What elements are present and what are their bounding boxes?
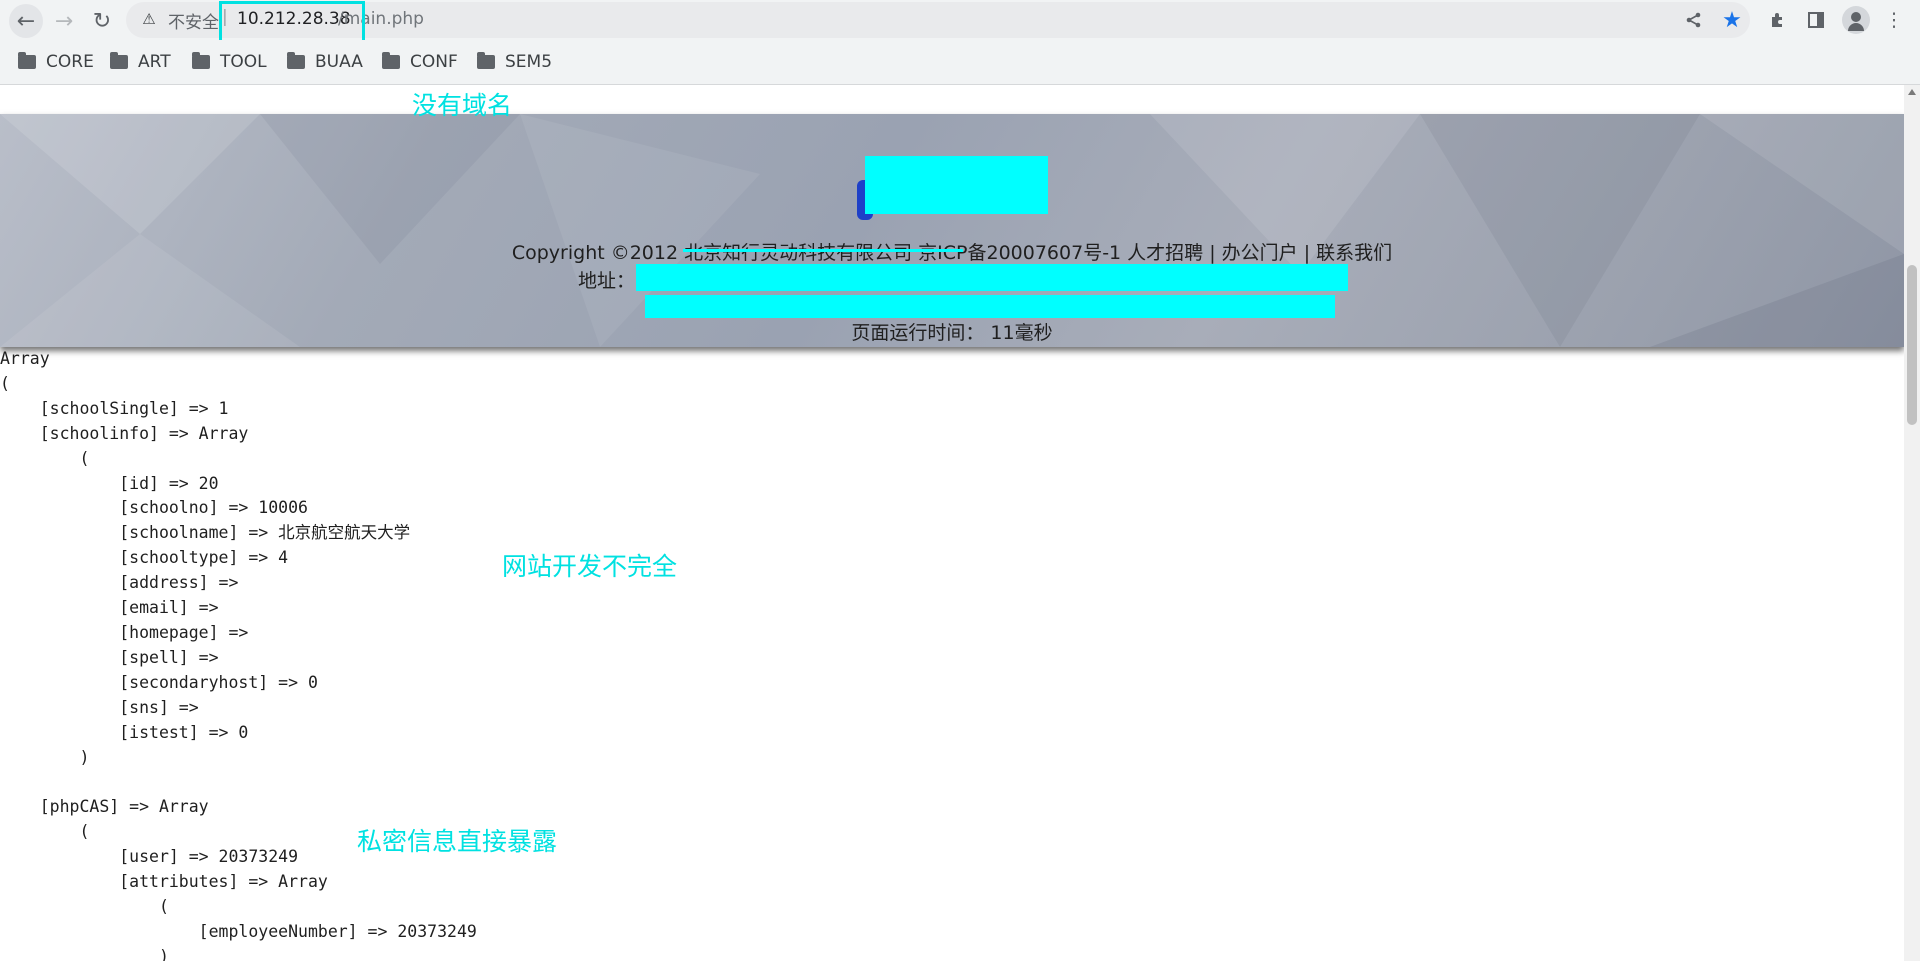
- dump-line: (: [0, 373, 10, 393]
- annotation-no-domain: 没有域名: [412, 91, 513, 120]
- logo-redaction: [865, 156, 1048, 214]
- reload-button[interactable]: ↻: [85, 4, 119, 38]
- bookmark-label: TOOL: [220, 52, 267, 72]
- dump-line: [schoolSingle] => 1: [0, 398, 229, 418]
- scroll-thumb[interactable]: [1907, 265, 1917, 425]
- extensions-icon[interactable]: [1764, 6, 1792, 34]
- folder-icon: [287, 52, 305, 69]
- bookmark-buaa[interactable]: BUAA: [287, 50, 363, 74]
- address-label: 地址：: [578, 270, 636, 292]
- runtime-text: 页面运行时间： 11毫秒: [851, 322, 1053, 344]
- dump-line: [istest] => 0: [0, 722, 249, 742]
- dump-line: [schoolname] => 北京航空航天大学: [0, 523, 411, 543]
- dump-line: (: [0, 822, 90, 842]
- annotation-private-info: 私密信息直接暴露: [357, 827, 558, 856]
- dump-line: [address] =>: [0, 573, 239, 593]
- warning-icon[interactable]: ⚠: [140, 10, 158, 28]
- folder-icon: [110, 52, 128, 69]
- dump-line: [schoolinfo] => Array: [0, 423, 249, 443]
- side-panel-icon[interactable]: [1802, 6, 1830, 34]
- share-icon[interactable]: [1680, 6, 1708, 34]
- dump-line: [homepage] =>: [0, 622, 249, 642]
- profile-icon[interactable]: [1842, 6, 1870, 34]
- dump-line: [sns] =>: [0, 697, 199, 717]
- dump-line: [secondaryhost] => 0: [0, 672, 318, 692]
- bookmark-label: SEM5: [505, 52, 553, 72]
- bookmark-conf[interactable]: CONF: [382, 50, 458, 74]
- dump-line: [user] => 20373249: [0, 847, 299, 867]
- folder-icon: [18, 52, 36, 69]
- dump-line: [attributes] => Array: [0, 872, 328, 892]
- dump-line: Array: [0, 349, 50, 368]
- address-redaction-line2: [645, 295, 1335, 318]
- bookmark-label: ART: [138, 52, 171, 72]
- arrow-right-icon: →: [54, 8, 74, 34]
- page-content: Copyright ©2012 北京知行灵动科技有限公司 京ICP备200076…: [0, 85, 1904, 961]
- url-annotation-box: [219, 1, 365, 45]
- bookmarks-bar: CORE ART TOOL BUAA CONF SEM5: [0, 40, 1920, 85]
- dump-line: [email] =>: [0, 598, 219, 618]
- forward-button[interactable]: →: [47, 4, 81, 38]
- dump-line: ): [0, 747, 90, 767]
- reload-icon: ↻: [92, 8, 112, 34]
- star-icon[interactable]: ★: [1718, 6, 1746, 34]
- dump-line: ): [0, 946, 169, 961]
- arrow-left-icon: ←: [16, 8, 36, 34]
- address-redaction: [636, 264, 1348, 291]
- folder-icon: [477, 52, 495, 69]
- copyright-redaction-line: [683, 249, 963, 252]
- folder-icon: [192, 52, 210, 69]
- bookmark-label: CONF: [410, 52, 458, 72]
- dump-line: (: [0, 896, 169, 916]
- bookmark-core[interactable]: CORE: [18, 50, 94, 74]
- annotation-incomplete-dev: 网站开发不完全: [502, 552, 678, 581]
- bookmark-tool[interactable]: TOOL: [192, 50, 267, 74]
- dump-line: [schoolno] => 10006: [0, 498, 308, 518]
- dump-line: [id] => 20: [0, 473, 219, 493]
- php-array-dump: Array ( [schoolSingle] => 1 [schoolinfo]…: [0, 347, 1900, 961]
- bookmark-label: CORE: [46, 52, 94, 72]
- dump-line: (: [0, 448, 90, 468]
- bookmark-art[interactable]: ART: [110, 50, 171, 74]
- bookmark-sem5[interactable]: SEM5: [477, 50, 552, 74]
- dump-line: [phpCAS] => Array: [0, 797, 209, 817]
- more-menu-icon[interactable]: ⋮: [1880, 6, 1908, 34]
- page-scrollbar[interactable]: [1904, 85, 1920, 961]
- bookmark-label: BUAA: [315, 52, 363, 72]
- back-button[interactable]: ←: [9, 4, 43, 38]
- dump-line: [spell] =>: [0, 647, 219, 667]
- security-label[interactable]: 不安全: [168, 8, 219, 33]
- scroll-up-arrow-icon[interactable]: [1908, 89, 1916, 95]
- dump-line: [employeeNumber] => 20373249: [0, 921, 477, 941]
- site-footer: Copyright ©2012 北京知行灵动科技有限公司 京ICP备200076…: [0, 114, 1904, 347]
- browser-toolbar: ← → ↻ ⚠ 不安全 | 10.212.28.38 /main.php ★ ⋮: [0, 0, 1920, 45]
- dump-line: [schooltype] => 4: [0, 548, 289, 568]
- folder-icon: [382, 52, 400, 69]
